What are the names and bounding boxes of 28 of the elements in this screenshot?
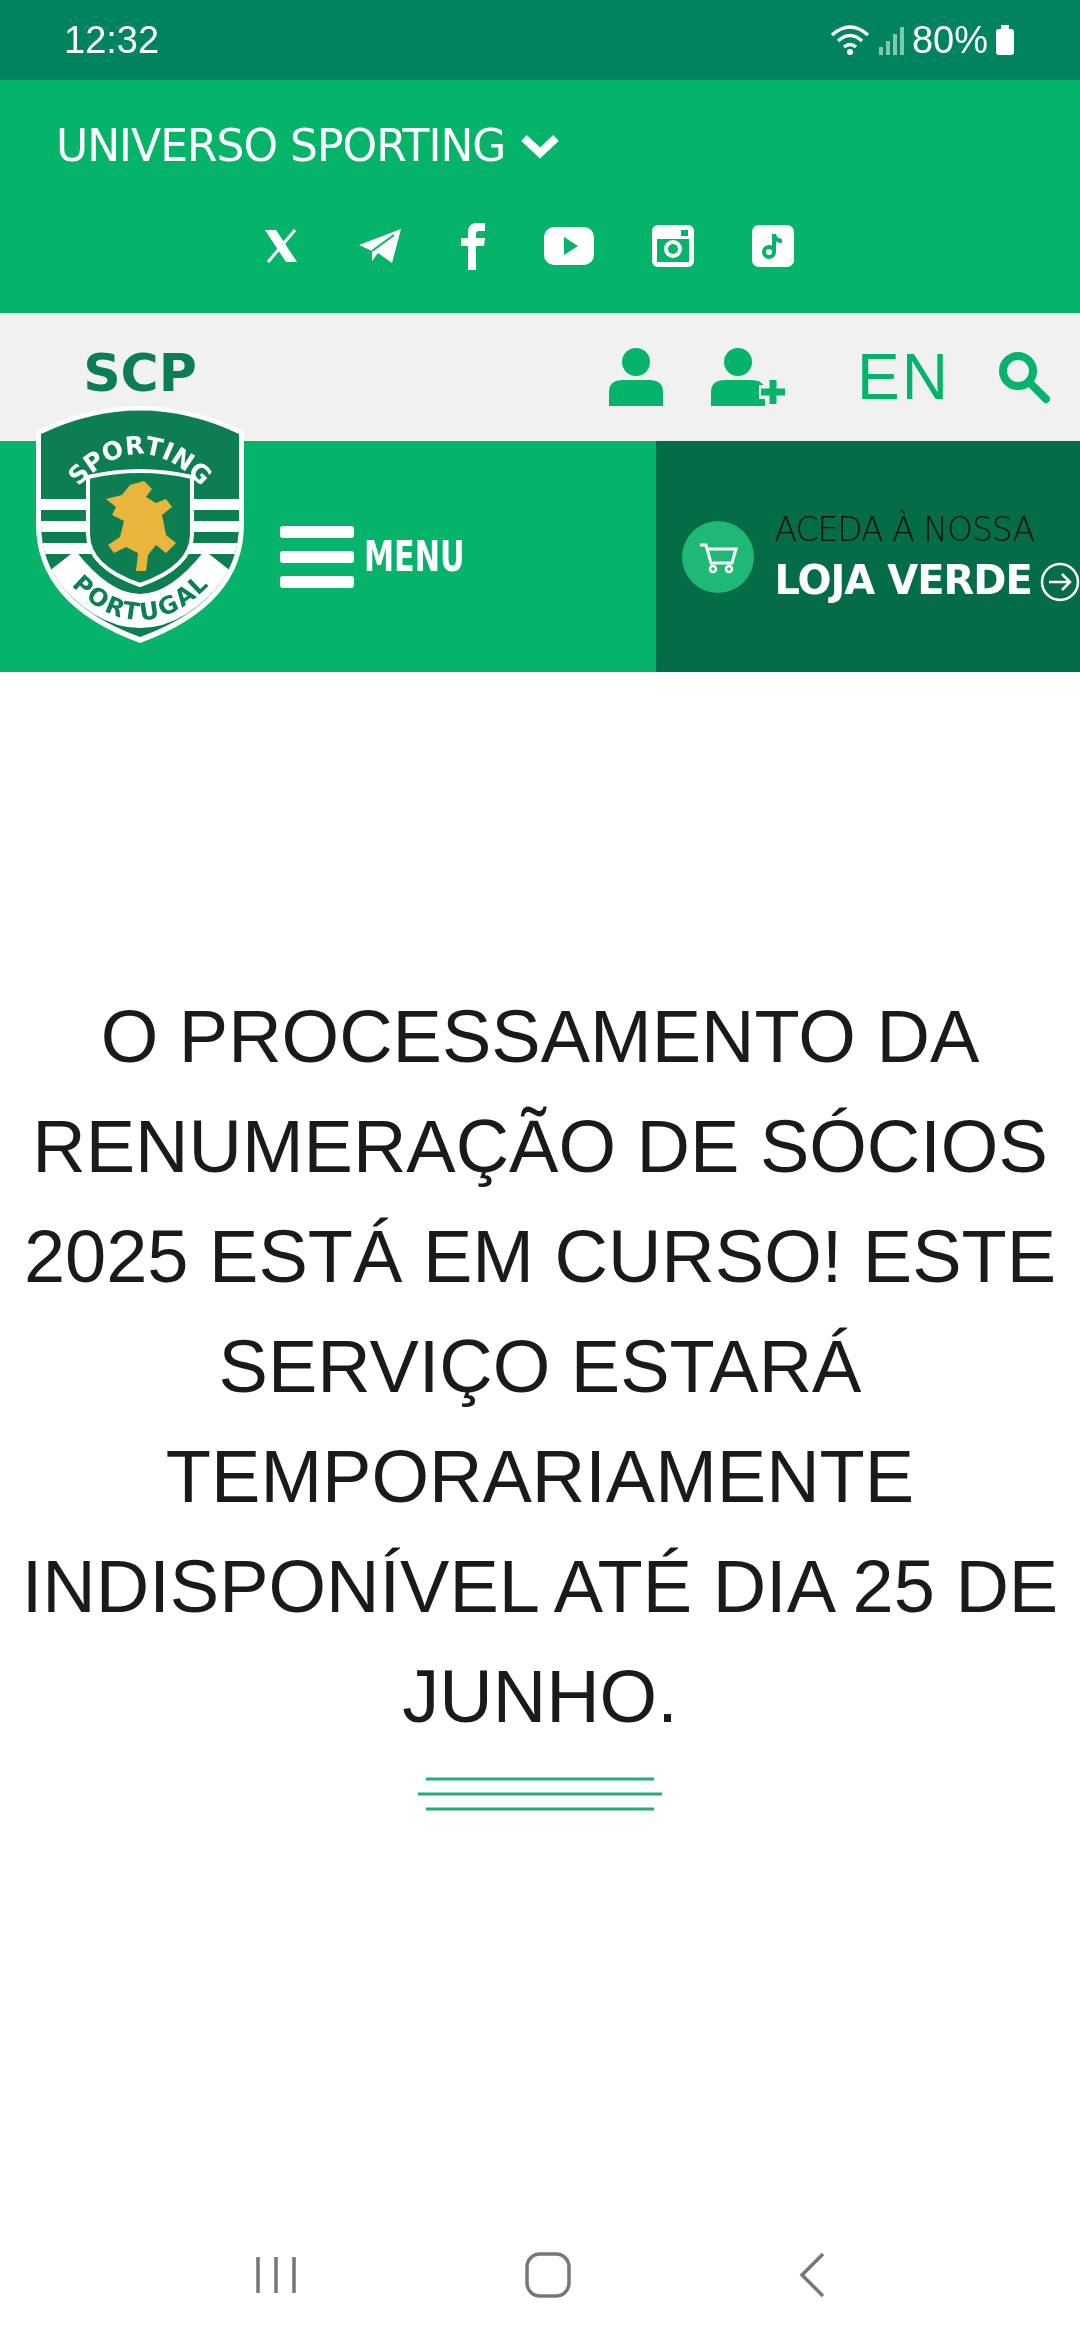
logo-initials: SCP xyxy=(83,343,197,403)
notice-text: O PROCESSAMENTO DA RENUMERAÇÃO DE SÓCIOS 2025 ESTÁ EM CURSO! ESTE SERVIÇO ESTARÁ TEMPORARIAMENTE INDISPONÍVEL ATÉ DIA 25 DE JUNHO. xyxy=(20,994,1060,1740)
battery-icon xyxy=(996,25,1014,55)
search-icon[interactable] xyxy=(998,351,1050,403)
play-icon[interactable] xyxy=(544,227,594,265)
universe-dropdown[interactable]: UNIVERSO SPORTING xyxy=(56,120,562,171)
user-icon[interactable] xyxy=(609,348,664,406)
menu-icon[interactable] xyxy=(280,525,354,588)
shop-link[interactable]: LOJA VERDE xyxy=(774,557,1034,603)
facebook-icon[interactable] xyxy=(460,222,486,270)
paper-plane-icon[interactable] xyxy=(358,227,402,265)
recent-apps-icon[interactable] xyxy=(253,2255,298,2295)
status-time: 12:32 xyxy=(64,18,160,62)
back-icon[interactable] xyxy=(798,2252,827,2298)
menu-button[interactable]: MENU xyxy=(280,525,490,588)
music-note-icon[interactable] xyxy=(752,225,794,267)
wifi-icon xyxy=(829,23,870,57)
cart-icon[interactable] xyxy=(682,520,755,593)
shop-caption: ACEDA À NOSSA xyxy=(774,510,1034,549)
battery-level: 80% xyxy=(911,18,988,62)
camera-icon[interactable] xyxy=(652,225,694,267)
x-icon[interactable] xyxy=(262,228,300,264)
english-link[interactable]: EN xyxy=(857,340,950,414)
crest-drawing[interactable] xyxy=(36,406,244,643)
signal-icon xyxy=(877,25,904,55)
divider-icon xyxy=(418,1776,662,1812)
home-icon[interactable] xyxy=(525,2252,571,2298)
add-user-icon[interactable] xyxy=(711,348,790,406)
